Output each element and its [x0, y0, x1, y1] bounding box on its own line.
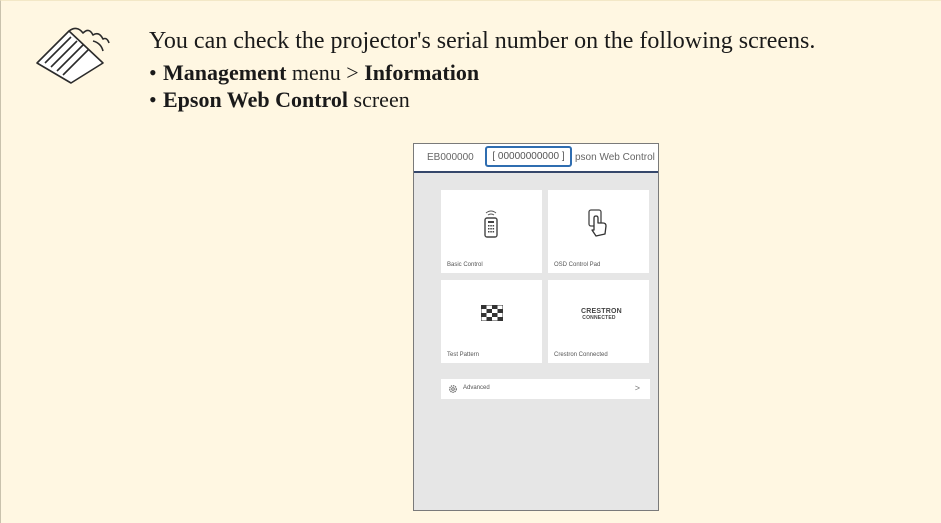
tile-label: Crestron Connected: [554, 352, 608, 358]
list-item: • Management menu > Information: [149, 59, 479, 86]
menu-item-name: Information: [364, 60, 480, 85]
crestron-logo-line: CONNECTED: [582, 315, 616, 321]
note-list: • Management menu > Information • Epson We…: [149, 59, 479, 113]
list-item: • Epson Web Control screen: [149, 86, 479, 113]
touch-hand-icon: [588, 209, 607, 237]
note-pad-icon: [36, 27, 110, 84]
screen-suffix: screen: [348, 87, 410, 112]
tile-label: Basic Control: [447, 262, 483, 268]
tile-label: OSD Control Pad: [554, 262, 601, 268]
menu-separator: menu >: [286, 60, 365, 85]
crestron-logo: CRESTRON CONNECTED: [581, 308, 622, 321]
tile-crestron-connected[interactable]: CRESTRON CONNECTED Crestron Connected: [548, 280, 649, 363]
web-control-screenshot: EB000000 [ 00000000000 ] pson Web Contro…: [413, 143, 659, 511]
checkerboard-icon: [481, 305, 503, 321]
note-intro: You can check the projector's serial num…: [149, 28, 816, 54]
advanced-row[interactable]: Advanced >: [441, 379, 650, 399]
projector-model: EB000000: [427, 152, 474, 163]
tile-osd-control-pad[interactable]: OSD Control Pad: [548, 190, 649, 273]
tile-label: Test Pattern: [447, 352, 480, 358]
tile-basic-control[interactable]: Basic Control: [441, 190, 542, 273]
chevron-right-icon: >: [634, 383, 640, 393]
bullet: •: [149, 60, 157, 85]
serial-number-highlight: [ 00000000000 ]: [485, 146, 572, 167]
gear-icon: [449, 385, 457, 393]
note-box: You can check the projector's serial num…: [0, 0, 941, 523]
web-control-header: EB000000 [ 00000000000 ] pson Web Contro…: [414, 144, 658, 173]
web-control-title: pson Web Control: [575, 152, 655, 163]
tile-test-pattern[interactable]: Test Pattern: [441, 280, 542, 363]
menu-name: Management: [163, 60, 287, 85]
bullet: •: [149, 87, 157, 112]
remote-control-icon: [484, 210, 498, 238]
screen-name: Epson Web Control: [163, 87, 349, 112]
advanced-label: Advanced: [463, 385, 490, 391]
